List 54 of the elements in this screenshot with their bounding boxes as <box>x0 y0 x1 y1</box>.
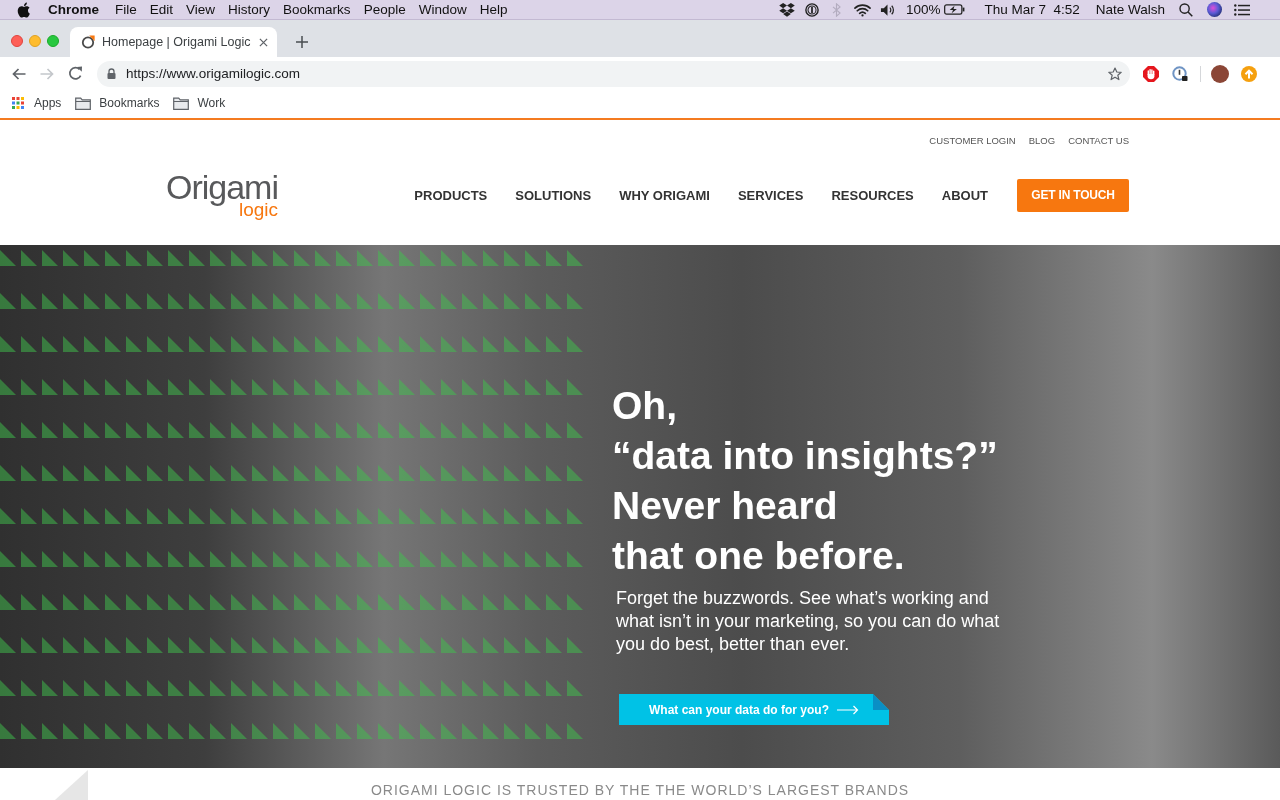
dropbox-icon[interactable] <box>778 2 795 17</box>
menu-item[interactable]: File <box>115 2 137 17</box>
arrow-right-icon <box>837 704 859 715</box>
back-arrow-icon[interactable] <box>12 67 26 80</box>
menu-item[interactable]: Edit <box>149 2 174 17</box>
nav-link[interactable]: SOLUTIONS <box>515 187 592 203</box>
nav-link[interactable]: ABOUT <box>941 187 988 203</box>
hero-paragraph: Forget the buzzwords. See what’s working and what isn’t in your marketing, so you can do what you do best, better than ever. <box>616 587 1001 656</box>
bookmark-item[interactable]: Apps <box>12 96 62 110</box>
browser-tab[interactable]: Homepage | Origami Logic <box>70 27 277 57</box>
stop-hand-icon[interactable] <box>1143 65 1159 82</box>
utility-link[interactable]: CONTACT US <box>1068 135 1129 147</box>
gradient-orb-icon[interactable] <box>1207 2 1222 17</box>
close-icon[interactable] <box>259 37 268 47</box>
triangle-icon <box>55 770 88 800</box>
menu-item[interactable]: Window <box>418 2 467 17</box>
menu-item[interactable]: History <box>228 2 271 17</box>
utility-link[interactable]: CUSTOMER LOGIN <box>929 135 1016 147</box>
menu-item[interactable]: View <box>186 2 216 17</box>
ring-favicon-icon <box>81 35 95 49</box>
battery-charging-icon[interactable] <box>944 4 966 15</box>
volume-icon[interactable] <box>879 2 895 17</box>
ring-lock-icon[interactable] <box>1172 65 1188 82</box>
trusted-heading: ORIGAMI LOGIC IS TRUSTED BY THE THE WORLD’S LARGEST BRANDS <box>370 782 910 800</box>
list-icon[interactable] <box>1234 3 1250 16</box>
menu-item[interactable]: People <box>363 2 406 17</box>
bookmark-item[interactable]: Work <box>173 96 226 110</box>
apple-icon[interactable] <box>17 1 31 18</box>
menu-item[interactable]: Help <box>479 2 508 17</box>
wifi-icon[interactable] <box>853 2 871 17</box>
close-window-button[interactable] <box>11 34 23 47</box>
nav-link[interactable]: RESOURCES <box>831 187 914 203</box>
plus-icon[interactable] <box>296 35 308 48</box>
reload-icon[interactable] <box>68 66 83 81</box>
menu-clock[interactable]: Thu Mar 7 4:52 <box>984 2 1080 17</box>
search-icon[interactable] <box>1179 2 1193 17</box>
folder-icon <box>75 96 92 110</box>
apps-grid-icon <box>12 97 24 109</box>
ring-icon[interactable] <box>804 2 819 17</box>
star-icon[interactable] <box>1108 66 1122 81</box>
menu-item[interactable]: Bookmarks <box>283 2 351 17</box>
battery-percentage: 100% <box>905 2 941 17</box>
utility-link[interactable]: BLOG <box>1028 135 1056 147</box>
lock-icon <box>107 68 116 79</box>
avatar-icon[interactable] <box>1211 64 1229 83</box>
nav-link[interactable]: WHY ORIGAMI <box>619 187 710 203</box>
address-bar[interactable]: https://www.origamilogic.com <box>97 60 1130 87</box>
hero-headline: Oh, “data into insights?” Never heard that one before. <box>612 383 998 579</box>
nav-link[interactable]: SERVICES <box>737 187 804 203</box>
nav-link[interactable]: PRODUCTS <box>414 187 488 203</box>
bookmark-item[interactable]: Bookmarks <box>75 96 160 110</box>
folder-icon <box>173 96 190 110</box>
user-name[interactable]: Nate Walsh <box>1095 2 1165 17</box>
app-menu[interactable]: Chrome <box>48 2 99 17</box>
